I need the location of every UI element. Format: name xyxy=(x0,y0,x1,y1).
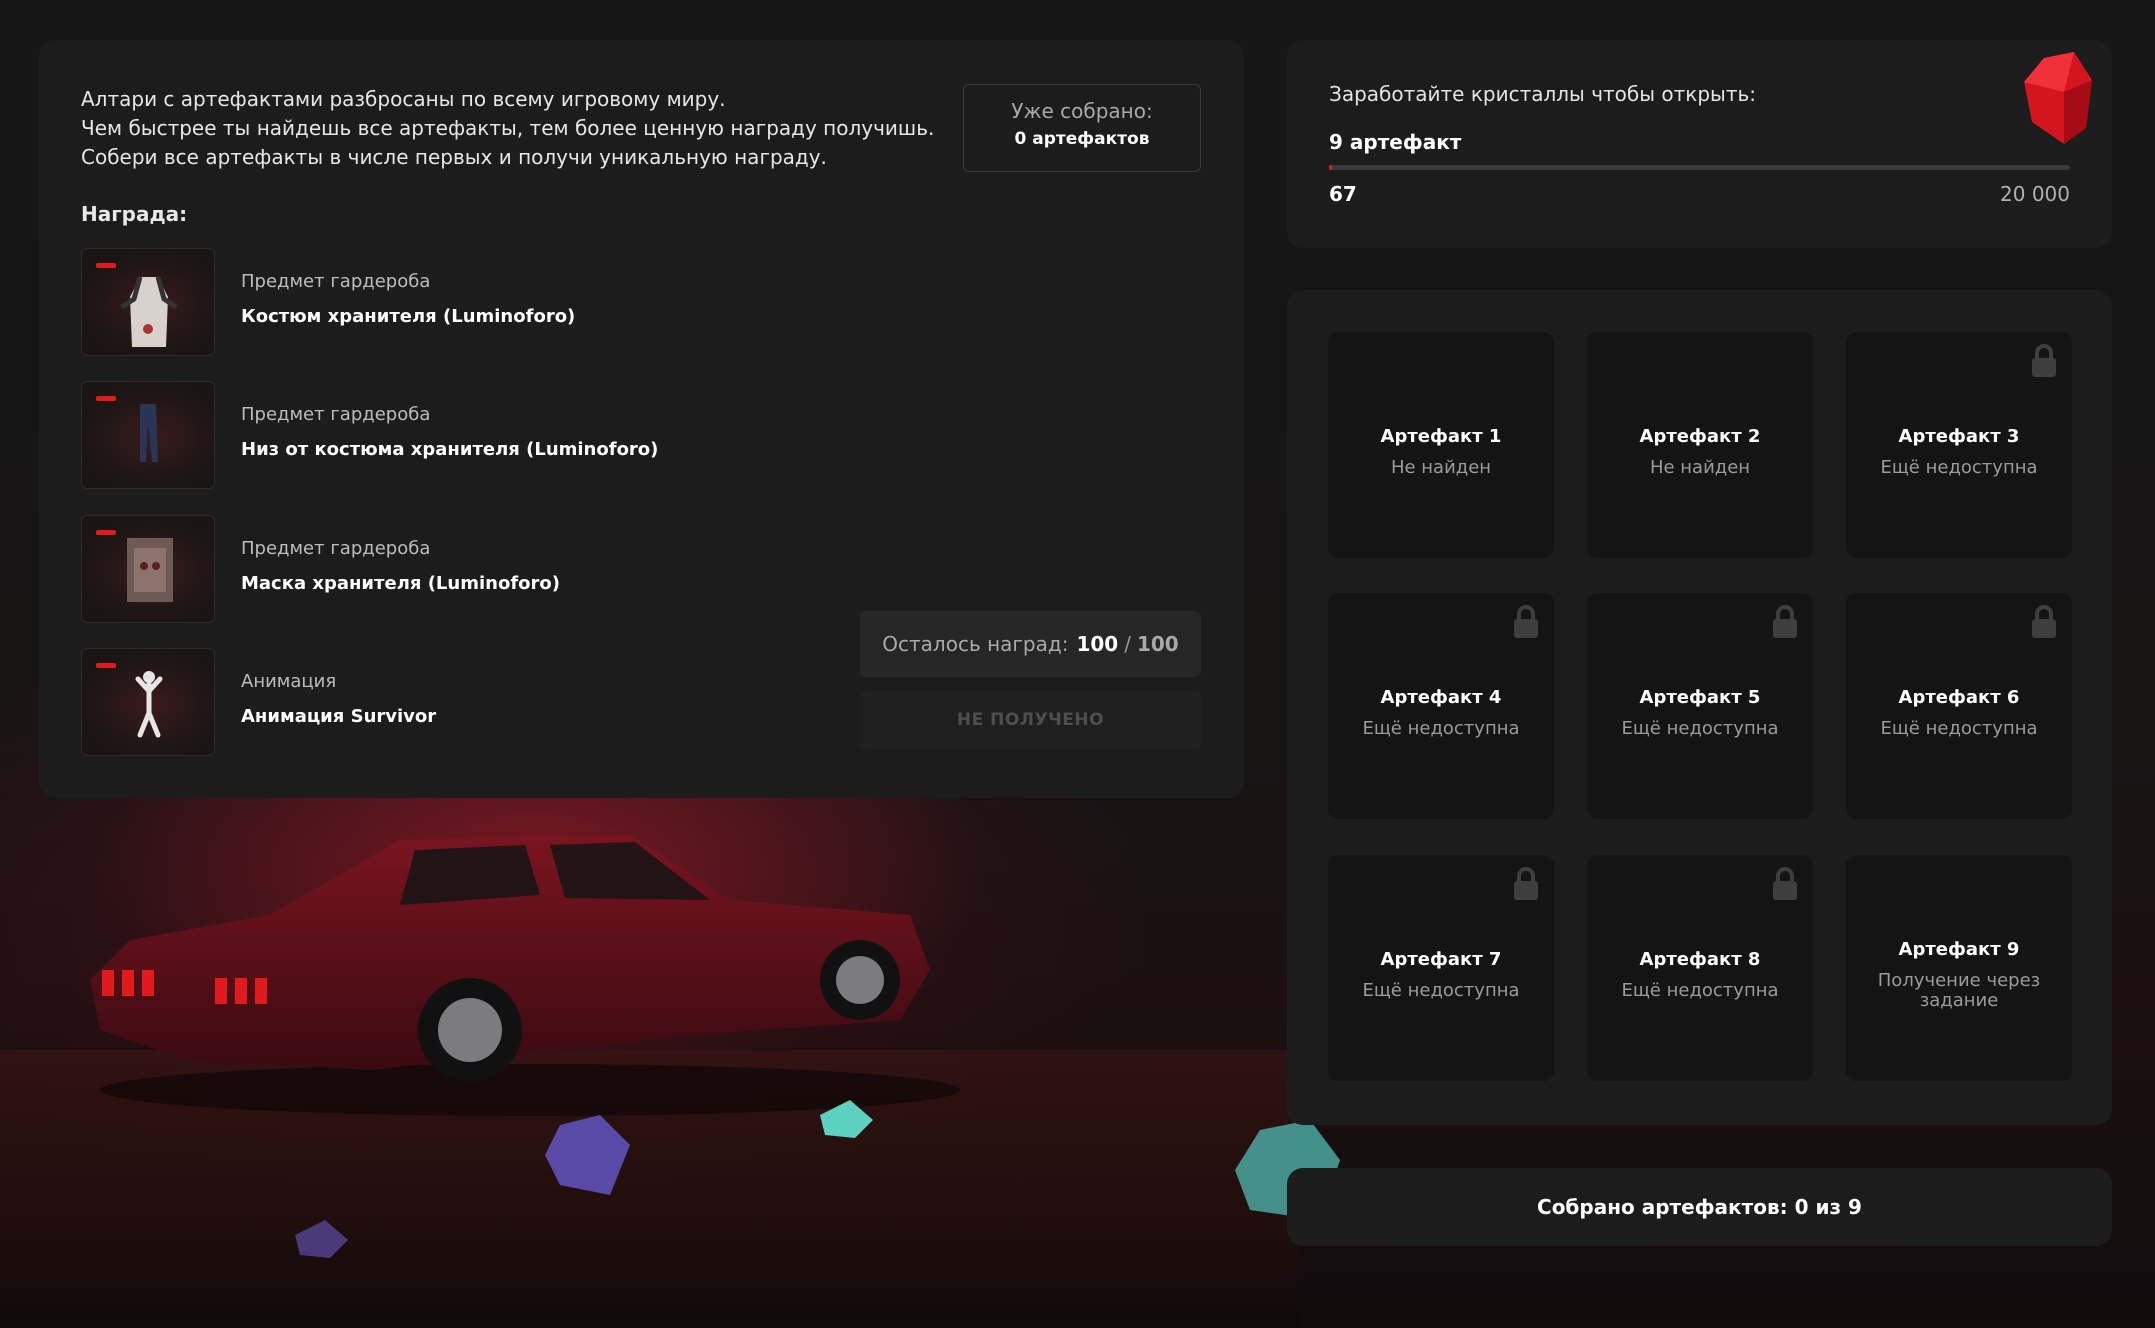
reward-item[interactable]: Предмет гардероба Низ от костюма храните… xyxy=(81,381,781,489)
artifact-title: Артефакт 5 xyxy=(1639,687,1761,708)
intro-text: Алтари с артефактами разбросаны по всему… xyxy=(81,85,941,172)
lock-icon xyxy=(2032,605,2056,638)
progress-bar-fill xyxy=(1329,165,1332,170)
collected-counter: Уже собрано: 0 артефактов xyxy=(963,84,1201,172)
artifact-title: Артефакт 3 xyxy=(1898,426,2020,447)
lock-icon xyxy=(1514,867,1538,900)
remaining-total: 100 xyxy=(1136,632,1179,656)
artifact-title: Артефакт 7 xyxy=(1380,949,1502,970)
reward-name: Маска хранителя (Luminoforo) xyxy=(241,573,560,594)
collected-label: Уже собрано: xyxy=(1011,99,1153,123)
remaining-value: 100 xyxy=(1076,632,1119,656)
artifact-status: Не найден xyxy=(1649,457,1751,478)
artifact-title: Артефакт 4 xyxy=(1380,687,1502,708)
artifact-title: Артефакт 8 xyxy=(1639,949,1761,970)
artifact-tile-4[interactable]: Артефакт 4 Ещё недоступна xyxy=(1328,593,1554,819)
lock-icon xyxy=(2032,344,2056,377)
reward-category: Предмет гардероба xyxy=(241,538,431,559)
progress-bar xyxy=(1329,165,2070,170)
reward-name: Костюм хранителя (Luminoforo) xyxy=(241,306,576,327)
crystal-purple-small-icon xyxy=(295,1220,348,1258)
pants-icon xyxy=(140,404,158,462)
reward-category: Анимация xyxy=(241,671,337,692)
artifact-tile-2[interactable]: Артефакт 2 Не найден xyxy=(1587,332,1813,558)
artifact-status: Ещё недоступна xyxy=(1880,718,2038,739)
artifact-status: Ещё недоступна xyxy=(1362,980,1520,1001)
reward-name: Анимация Survivor xyxy=(241,706,437,727)
reward-item[interactable]: Анимация Анимация Survivor xyxy=(81,648,781,756)
crystal-purple-icon xyxy=(545,1115,630,1195)
artifact-tile-3[interactable]: Артефакт 3 Ещё недоступна xyxy=(1846,332,2072,558)
reward-thumbnail xyxy=(81,515,215,623)
mask-icon xyxy=(127,538,173,602)
intro-line-3: Собери все артефакты в числе первых и по… xyxy=(81,145,827,169)
earn-crystals-label: Заработайте кристаллы чтобы открыть: xyxy=(1329,82,1757,106)
reward-category: Предмет гардероба xyxy=(241,271,431,292)
costume-icon xyxy=(120,276,178,347)
artifact-tile-9[interactable]: Артефакт 9 Получение через задание xyxy=(1846,855,2072,1081)
progress-target: 9 артефакт xyxy=(1329,130,1462,154)
artifact-status: Ещё недоступна xyxy=(1621,980,1779,1001)
reward-thumbnail xyxy=(81,648,215,756)
artifact-tile-5[interactable]: Артефакт 5 Ещё недоступна xyxy=(1587,593,1813,819)
lock-icon xyxy=(1514,605,1538,638)
artifact-tile-7[interactable]: Артефакт 7 Ещё недоступна xyxy=(1328,855,1554,1081)
reward-title: Награда: xyxy=(81,202,188,226)
artifact-status: Ещё недоступна xyxy=(1621,718,1779,739)
artifact-title: Артефакт 6 xyxy=(1898,687,2020,708)
progress-current: 67 xyxy=(1329,182,1357,206)
artifact-title: Артефакт 1 xyxy=(1380,426,1502,447)
reward-item[interactable]: Предмет гардероба Маска хранителя (Lumin… xyxy=(81,515,781,623)
reward-item[interactable]: Предмет гардероба Костюм хранителя (Lumi… xyxy=(81,248,781,356)
artifact-tile-6[interactable]: Артефакт 6 Ещё недоступна xyxy=(1846,593,2072,819)
artifact-status: Получение через задание xyxy=(1877,970,2041,1011)
car-illustration xyxy=(90,835,960,1116)
collected-summary-text: Собрано артефактов: 0 из 9 xyxy=(1537,1195,1862,1219)
artifact-status: Ещё недоступна xyxy=(1362,718,1520,739)
red-crystal-icon xyxy=(2024,52,2092,144)
lock-icon xyxy=(1773,605,1797,638)
artifact-status: Ещё недоступна xyxy=(1880,457,2038,478)
artifact-tile-1[interactable]: Артефакт 1 Не найден xyxy=(1328,332,1554,558)
claim-reward-button[interactable]: НЕ ПОЛУЧЕНО xyxy=(860,690,1201,750)
artifact-tile-8[interactable]: Артефакт 8 Ещё недоступна xyxy=(1587,855,1813,1081)
artifact-status: Не найден xyxy=(1390,457,1492,478)
intro-line-1: Алтари с артефактами разбросаны по всему… xyxy=(81,87,726,111)
reward-thumbnail xyxy=(81,381,215,489)
progress-max: 20 000 xyxy=(2000,182,2070,206)
artifact-title: Артефакт 9 xyxy=(1898,939,2020,960)
artifact-title: Артефакт 2 xyxy=(1639,426,1761,447)
collected-value: 0 артефактов xyxy=(1014,129,1150,149)
reward-thumbnail xyxy=(81,248,215,356)
crystal-teal-small-icon xyxy=(820,1100,873,1138)
remaining-rewards: Осталось наград: 100 / 100 xyxy=(860,611,1201,677)
remaining-label: Осталось наград: xyxy=(882,632,1069,656)
remaining-separator: / xyxy=(1124,632,1131,656)
reward-name: Низ от костюма хранителя (Luminoforo) xyxy=(241,439,659,460)
animation-figure-icon xyxy=(135,671,163,738)
collected-summary-panel: Собрано артефактов: 0 из 9 xyxy=(1287,1168,2112,1246)
reward-category: Предмет гардероба xyxy=(241,404,431,425)
lock-icon xyxy=(1773,867,1797,900)
intro-line-2: Чем быстрее ты найдешь все артефакты, те… xyxy=(81,116,935,140)
